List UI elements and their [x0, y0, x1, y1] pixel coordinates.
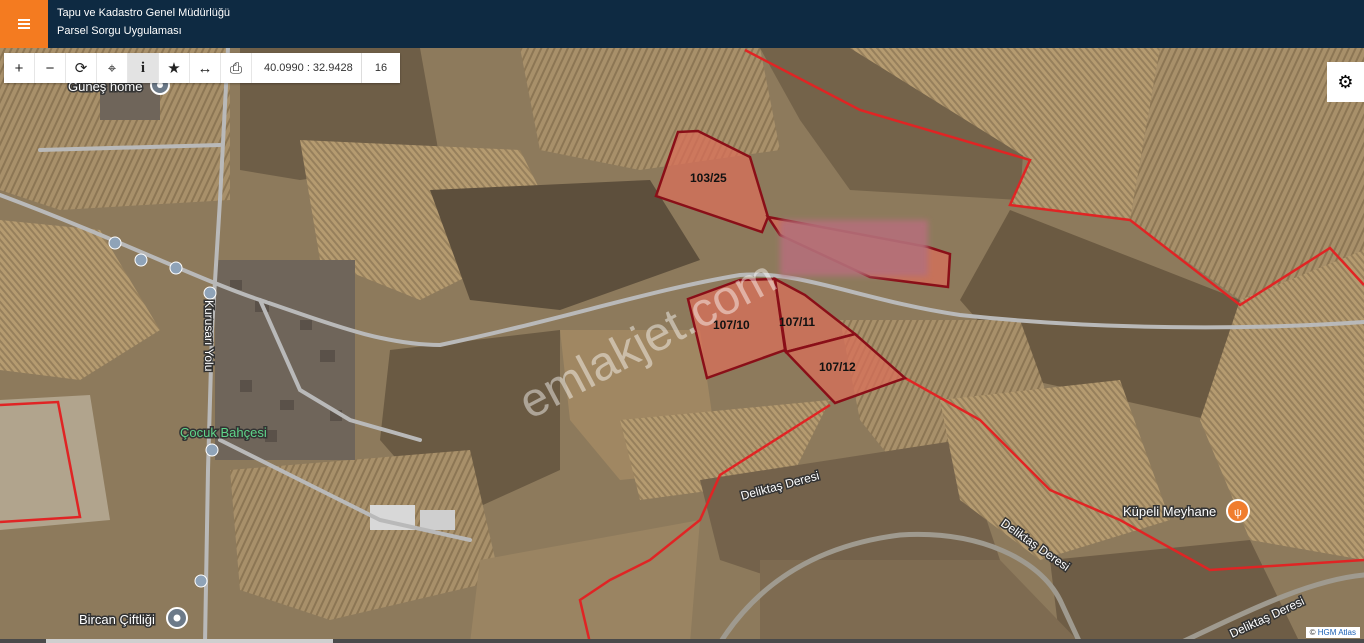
- parcel-label: 103/25: [690, 171, 727, 185]
- hamburger-icon: [18, 19, 30, 29]
- zoom-in-icon[interactable]: +: [4, 53, 35, 83]
- locate-icon[interactable]: ⌖: [97, 53, 128, 83]
- zoom-level: 16: [374, 62, 388, 74]
- header-title: Tapu ve Kadastro Genel Müdürlüğü: [57, 7, 231, 19]
- menu-button[interactable]: [0, 0, 48, 48]
- parcel-label: 107/11: [779, 315, 815, 329]
- scrollbar-thumb[interactable]: [46, 639, 333, 643]
- road-label: Kurusarı Yolu: [202, 300, 216, 371]
- place-label: Küpeli Meyhane: [1123, 504, 1216, 519]
- refresh-icon[interactable]: ⟳: [66, 53, 97, 83]
- map-view[interactable]: 103/25 107/10 107/11 107/12 ψ Güneş home…: [0, 48, 1364, 643]
- gear-icon: ⚙: [1337, 71, 1354, 92]
- settings-button[interactable]: ⚙: [1327, 62, 1364, 102]
- info-icon[interactable]: i: [128, 53, 159, 83]
- place-label: Bircan Çiftliği: [79, 612, 155, 627]
- parcel-label: 107/12: [819, 360, 856, 374]
- scrollbar[interactable]: [0, 639, 1364, 643]
- coordinate-readout: 40.0990 : 32.9428: [252, 53, 362, 83]
- zoom-out-icon[interactable]: −: [35, 53, 66, 83]
- app-header: Tapu ve Kadastro Genel Müdürlüğü Parsel …: [0, 0, 1364, 48]
- attribution-link[interactable]: HGM Atlas: [1318, 628, 1356, 637]
- favorite-star-icon[interactable]: ★: [159, 53, 190, 83]
- measure-icon[interactable]: ↔: [190, 53, 221, 83]
- header-subtitle: Parsel Sorgu Uygulaması: [57, 25, 182, 37]
- attribution: © HGM Atlas: [1305, 627, 1360, 638]
- print-icon[interactable]: ⎙: [221, 53, 252, 83]
- blurred-region: [780, 220, 928, 276]
- place-label: Çocuk Bahçesi: [180, 425, 267, 440]
- svg-text:ψ: ψ: [1234, 507, 1242, 519]
- map-toolbar: + − ⟳ ⌖ i ★ ↔ ⎙ 40.0990 : 32.9428 16: [4, 53, 400, 83]
